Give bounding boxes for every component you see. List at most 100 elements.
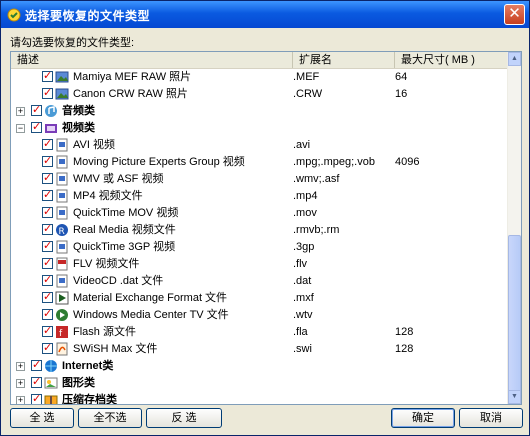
row-checkbox[interactable]: ✓	[42, 71, 53, 82]
row-checkbox[interactable]: ✓	[42, 326, 53, 337]
row-name: Flash 源文件	[73, 326, 136, 338]
media-center-icon	[56, 309, 68, 321]
tree-file-type-row[interactable]: ✓ WMV 或 ASF 视频 .wmv;.asf	[11, 171, 508, 188]
image-icon	[55, 88, 69, 100]
column-header: 描述 扩展名 最大尺寸( MB )	[11, 52, 508, 69]
row-checkbox[interactable]: ✓	[42, 343, 53, 354]
scroll-down-button[interactable]: ▼	[508, 390, 521, 404]
tree-file-type-row[interactable]: ✓ AVI 视频 .avi	[11, 137, 508, 154]
expand-toggle[interactable]: +	[16, 107, 25, 116]
row-checkbox[interactable]: ✓	[42, 241, 53, 252]
video-file-icon	[56, 155, 68, 169]
row-extension: .MEF	[293, 71, 320, 83]
row-checkbox[interactable]: ✓	[31, 377, 42, 388]
tree-file-type-row[interactable]: ✓ R Real Media 视频文件 .rmvb;.rm	[11, 222, 508, 239]
invert-selection-button[interactable]: 反 选	[146, 408, 222, 428]
row-checkbox[interactable]: ✓	[42, 292, 53, 303]
row-extension: .wmv;.asf	[293, 173, 340, 185]
tree-category-row[interactable]: + ✓ 图形类	[11, 375, 508, 392]
video-file-icon	[56, 172, 68, 186]
row-checkbox[interactable]: ✓	[31, 105, 42, 116]
ok-button[interactable]: 确定	[391, 408, 455, 428]
row-extension: .flv	[293, 258, 308, 270]
tree-file-type-row[interactable]: ✓ MP4 视频文件 .mp4	[11, 188, 508, 205]
row-name: Moving Picture Experts Group 视频	[73, 156, 245, 168]
column-max-size[interactable]: 最大尺寸( MB )	[395, 52, 508, 68]
tree-category-row[interactable]: − ✓ 视频类	[11, 120, 508, 137]
row-extension: .wtv	[293, 309, 313, 321]
tree-file-type-row[interactable]: ✓ FLV 视频文件 .flv	[11, 256, 508, 273]
close-button[interactable]: ✕	[504, 4, 525, 25]
tree-file-type-row[interactable]: ✓ f Flash 源文件 .fla 128	[11, 324, 508, 341]
row-name: Internet类	[62, 360, 114, 372]
tree-rows: ✓ Mamiya MEF RAW 照片 .MEF 64 ✓ Canon CRW RAW 照…	[11, 69, 508, 404]
scroll-thumb[interactable]	[508, 235, 521, 400]
dialog-window: 选择要恢复的文件类型 ✕ 请勾选要恢复的文件类型: 描述 扩展名 最大尺寸( M…	[0, 0, 530, 436]
row-name: AVI 视频	[73, 139, 115, 151]
row-checkbox[interactable]: ✓	[42, 275, 53, 286]
row-name: 图形类	[62, 377, 95, 389]
select-none-button[interactable]: 全不选	[78, 408, 142, 428]
expand-toggle[interactable]: −	[16, 124, 25, 133]
row-name: QuickTime MOV 视频	[73, 207, 179, 219]
app-icon	[7, 8, 21, 22]
row-checkbox[interactable]: ✓	[31, 394, 42, 404]
tree-file-type-row[interactable]: ✓ Mamiya MEF RAW 照片 .MEF 64	[11, 69, 508, 86]
cancel-button[interactable]: 取消	[459, 408, 523, 428]
row-name: FLV 视频文件	[73, 258, 140, 270]
row-checkbox[interactable]: ✓	[42, 156, 53, 167]
row-checkbox[interactable]: ✓	[42, 139, 53, 150]
vertical-scrollbar[interactable]: ▲ ▼	[507, 52, 521, 404]
video-file-icon	[56, 138, 68, 152]
row-name: QuickTime 3GP 视频	[73, 241, 176, 253]
tree-file-type-row[interactable]: ✓ QuickTime 3GP 视频 .3gp	[11, 239, 508, 256]
row-checkbox[interactable]: ✓	[42, 258, 53, 269]
tree-file-type-row[interactable]: ✓ Canon CRW RAW 照片 .CRW 16	[11, 86, 508, 103]
row-name: Canon CRW RAW 照片	[73, 88, 188, 100]
row-name: MP4 视频文件	[73, 190, 143, 202]
scroll-up-button[interactable]: ▲	[508, 52, 521, 66]
tree-category-row[interactable]: + ✓ 音频类	[11, 103, 508, 120]
column-ext[interactable]: 扩展名	[293, 52, 395, 68]
row-checkbox[interactable]: ✓	[42, 207, 53, 218]
select-all-button[interactable]: 全 选	[10, 408, 74, 428]
tree-file-type-row[interactable]: ✓ QuickTime MOV 视频 .mov	[11, 205, 508, 222]
row-extension: .CRW	[293, 88, 323, 100]
tree-file-type-row[interactable]: ✓ Windows Media Center TV 文件 .wtv	[11, 307, 508, 324]
video-folder-icon	[45, 124, 57, 133]
row-checkbox[interactable]: ✓	[31, 360, 42, 371]
flash-icon: f	[56, 326, 68, 339]
row-name: SWiSH Max 文件	[73, 343, 158, 355]
expand-toggle[interactable]: +	[16, 396, 25, 404]
row-name: Material Exchange Format 文件	[73, 292, 228, 304]
file-type-tree[interactable]: 描述 扩展名 最大尺寸( MB ) ✓ Mamiya MEF RAW 照片 .MEF…	[10, 51, 522, 405]
expand-toggle[interactable]: +	[16, 362, 25, 371]
tree-file-type-row[interactable]: ✓ VideoCD .dat 文件 .dat	[11, 273, 508, 290]
row-extension: .avi	[293, 139, 311, 151]
tree-file-type-row[interactable]: ✓ Moving Picture Experts Group 视频 .mpg;.mp…	[11, 154, 508, 171]
row-checkbox[interactable]: ✓	[42, 309, 53, 320]
row-extension: .3gp	[293, 241, 315, 253]
row-checkbox[interactable]: ✓	[42, 224, 53, 235]
row-name: Windows Media Center TV 文件	[73, 309, 229, 321]
flv-icon	[56, 257, 68, 271]
tree-file-type-row[interactable]: ✓ SWiSH Max 文件 .swi 128	[11, 341, 508, 358]
column-desc[interactable]: 描述	[11, 52, 293, 68]
row-name: WMV 或 ASF 视频	[73, 173, 164, 185]
tree-file-type-row[interactable]: ✓ Material Exchange Format 文件 .mxf	[11, 290, 508, 307]
row-name: Real Media 视频文件	[73, 224, 176, 236]
video-file-icon	[56, 189, 68, 203]
tree-category-row[interactable]: + ✓ 压缩存档类	[11, 392, 508, 404]
row-checkbox[interactable]: ✓	[42, 190, 53, 201]
row-checkbox[interactable]: ✓	[31, 122, 42, 133]
archive-folder-icon	[44, 395, 58, 404]
row-name: Mamiya MEF RAW 照片	[73, 71, 192, 83]
play-icon	[55, 291, 69, 305]
tree-category-row[interactable]: + ✓ Internet类	[11, 358, 508, 375]
row-name: VideoCD .dat 文件	[73, 275, 164, 287]
row-max-size: 16	[395, 88, 408, 100]
title-bar[interactable]: 选择要恢复的文件类型 ✕	[1, 1, 529, 28]
row-checkbox[interactable]: ✓	[42, 88, 53, 99]
expand-toggle[interactable]: +	[16, 379, 25, 388]
row-checkbox[interactable]: ✓	[42, 173, 53, 184]
